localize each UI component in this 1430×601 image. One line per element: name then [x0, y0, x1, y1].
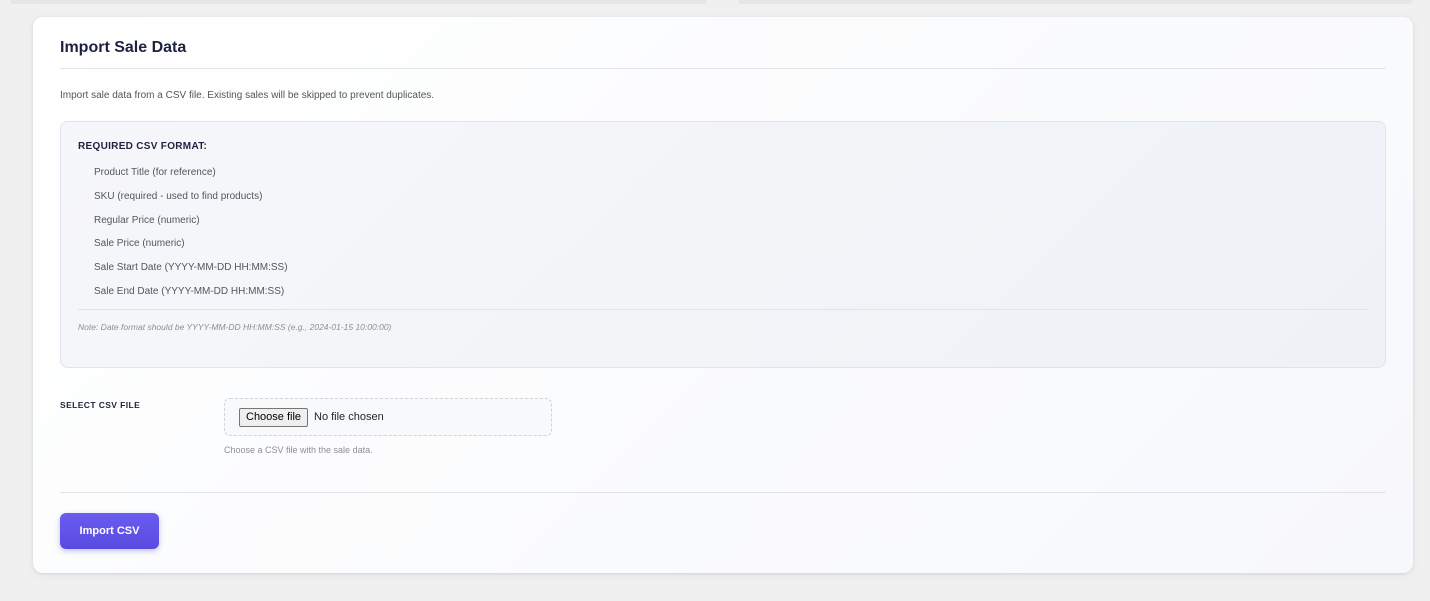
previous-card-right-edge [738, 0, 1413, 4]
format-column-item: Sale End Date (YYYY-MM-DD HH:MM:SS) [94, 285, 285, 297]
file-status-text: No file chosen [314, 411, 384, 423]
card-title: Import Sale Data [60, 39, 187, 56]
file-help-text: Choose a CSV file with the sale data. [224, 445, 373, 455]
title-divider [60, 68, 1386, 69]
format-heading: REQUIRED CSV FORMAT: [78, 141, 208, 152]
format-column-list: Product Title (for reference) SKU (requi… [94, 166, 288, 309]
import-sale-data-card: Import Sale Data Import sale data from a… [33, 17, 1413, 573]
file-input-dropzone[interactable]: Choose file No file chosen [224, 398, 552, 436]
format-divider [78, 309, 1368, 310]
format-column-item: Sale Start Date (YYYY-MM-DD HH:MM:SS) [94, 262, 288, 274]
format-column-item: Regular Price (numeric) [94, 214, 200, 226]
choose-file-button[interactable]: Choose file [239, 408, 309, 427]
select-csv-label: SELECT CSV FILE [60, 400, 141, 410]
format-column-item: SKU (required - used to find products) [94, 190, 263, 202]
actions-divider [60, 492, 1386, 493]
import-csv-button[interactable]: Import CSV [60, 513, 159, 549]
date-format-note: Note: Date format should be YYYY-MM-DD H… [78, 322, 392, 332]
format-column-item: Product Title (for reference) [94, 167, 216, 178]
format-column-item: Sale Price (numeric) [94, 238, 185, 250]
csv-format-box: REQUIRED CSV FORMAT: Product Title (for … [60, 121, 1386, 368]
previous-card-left-edge [10, 0, 707, 4]
intro-text: Import sale data from a CSV file. Existi… [60, 90, 435, 101]
